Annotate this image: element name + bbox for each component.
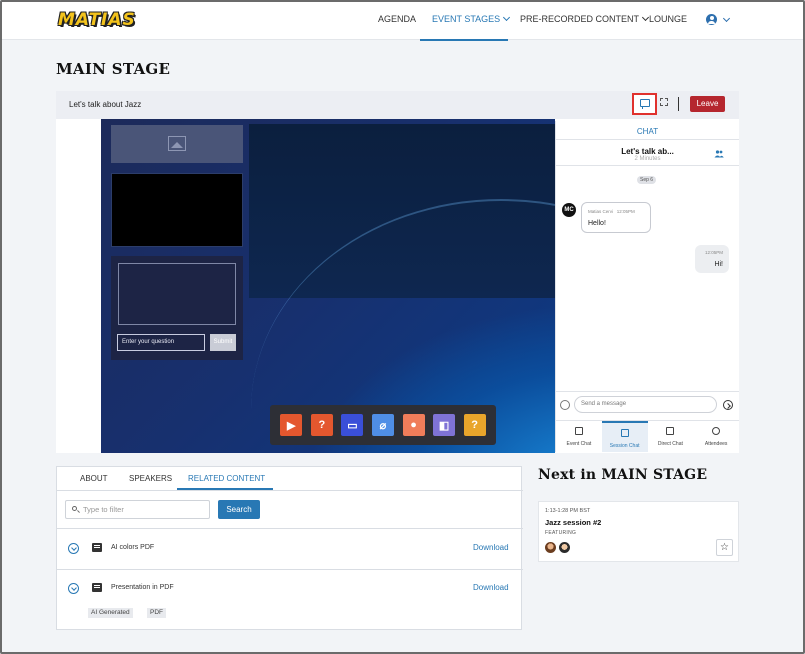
stage-view: Enter your question Submit ▶? ▭ ⌀ ● ◧? xyxy=(101,119,555,453)
nav-item-agenda[interactable]: AGENDA xyxy=(378,14,416,24)
nav-item-event-stages[interactable]: EVENT STAGES xyxy=(432,13,511,24)
calendar-icon xyxy=(574,427,583,435)
message-text: Hi! xyxy=(714,261,723,268)
chat-tab-event[interactable]: Event Chat xyxy=(556,421,602,452)
featuring-label: FEATURING xyxy=(545,530,577,536)
chat-session-subtitle: 2 Minutes xyxy=(634,156,661,162)
chat-message-outgoing: 12:05PM Hi! xyxy=(695,245,729,273)
main-video-area xyxy=(249,124,555,298)
question-input[interactable]: Enter your question xyxy=(117,334,205,351)
nav-item-lounge[interactable]: LOUNGE xyxy=(649,14,687,24)
tag: AI Generated xyxy=(88,608,133,618)
chat-message-incoming: Matias Cervi 12:05PM Hello! xyxy=(581,202,651,233)
tab-related-content[interactable]: RELATED CONTENT xyxy=(188,474,265,483)
divider xyxy=(556,391,739,392)
stage-toolbar: ▶? ▭ ⌀ ● ◧? xyxy=(270,405,496,445)
help-icon[interactable]: ? xyxy=(463,414,486,436)
chat-tab-attendees[interactable]: Attendees xyxy=(693,421,739,452)
footer-strip xyxy=(2,638,803,652)
presentation-icon[interactable]: ▭ xyxy=(341,414,364,436)
attendees-icon xyxy=(712,427,721,435)
expand-icon[interactable] xyxy=(68,583,79,594)
avatar xyxy=(545,542,556,553)
search-icon xyxy=(72,506,77,511)
next-session-card[interactable]: 1:13-1:28 PM BST Jazz session #2 FEATURI… xyxy=(538,501,739,562)
divider xyxy=(556,165,739,166)
send-icon[interactable] xyxy=(723,400,733,410)
chevron-down-icon xyxy=(503,13,511,22)
stage-container: Enter your question Submit ▶? ▭ ⌀ ● ◧? CHAT … xyxy=(56,119,739,453)
pdf-icon xyxy=(92,543,102,552)
file-name: AI colors PDF xyxy=(111,544,155,551)
video-tile xyxy=(111,173,243,247)
date-separator: Sep 6 xyxy=(637,176,657,184)
tab-speakers[interactable]: SPEAKERS xyxy=(129,474,172,483)
next-section-title: Next in MAIN STAGE xyxy=(538,467,708,483)
expand-icon[interactable] xyxy=(68,543,79,554)
info-tabs: ABOUT SPEAKERS RELATED CONTENT xyxy=(57,467,523,491)
chat-bubble-icon xyxy=(640,99,650,109)
nav-item-pre-recorded-content[interactable]: PRE-RECORDED CONTENT xyxy=(520,13,650,24)
message-text: Hello! xyxy=(588,220,606,227)
avatar: MC xyxy=(562,203,576,217)
active-nav-underline xyxy=(420,39,508,41)
chat-bubble-icon xyxy=(666,427,675,435)
message-time: 12:05PM xyxy=(704,250,723,255)
message-input[interactable]: Send a message xyxy=(574,396,717,413)
search-button[interactable]: Search xyxy=(218,500,260,519)
pdf-icon xyxy=(92,583,102,592)
session-name: Let's talk about Jazz xyxy=(69,100,142,109)
app-logo[interactable]: MATIAS xyxy=(58,10,136,30)
chat-toggle-button[interactable] xyxy=(632,93,657,115)
qa-question-list xyxy=(118,263,236,325)
list-item: Presentation in PDF Download xyxy=(57,570,523,610)
chat-session-title: Let's talk ab... xyxy=(621,147,674,156)
file-name: Presentation in PDF xyxy=(111,584,174,591)
user-circle-icon[interactable] xyxy=(706,14,717,25)
question-bubble-icon[interactable]: ? xyxy=(310,414,333,436)
top-navigation-bar: MATIAS AGENDA EVENT STAGES PRE-RECORDED … xyxy=(2,2,803,41)
chat-tab-direct[interactable]: Direct Chat xyxy=(648,421,694,452)
submit-question-button[interactable]: Submit xyxy=(210,334,236,351)
active-tab-underline xyxy=(177,488,273,490)
divider xyxy=(678,97,679,111)
video-play-icon[interactable]: ▶ xyxy=(280,414,303,436)
download-link[interactable]: Download xyxy=(473,543,509,552)
nav-item-label: EVENT STAGES xyxy=(432,14,501,24)
download-link[interactable]: Download xyxy=(473,583,509,592)
chat-tabs: Event Chat Session Chat Direct Chat Atte… xyxy=(556,420,739,452)
chevron-down-icon[interactable] xyxy=(722,14,731,23)
message-meta: Matias Cervi 12:05PM xyxy=(588,209,635,214)
avatar xyxy=(559,542,570,553)
list-item: AI colors PDF Download xyxy=(57,529,523,569)
divider xyxy=(556,139,739,140)
emoji-icon[interactable] xyxy=(560,400,570,410)
page-title: MAIN STAGE xyxy=(56,60,171,78)
screen-pointer-icon[interactable]: ◧ xyxy=(433,414,456,436)
qa-panel: Enter your question Submit xyxy=(111,256,243,360)
nav-item-label: PRE-RECORDED CONTENT xyxy=(520,14,640,24)
fullscreen-icon[interactable] xyxy=(660,98,668,106)
attendees-icon[interactable] xyxy=(714,150,724,158)
chat-tab-session[interactable]: Session Chat xyxy=(601,421,648,452)
chevron-down-icon xyxy=(641,13,650,22)
session-name: Jazz session #2 xyxy=(545,518,602,527)
paperclip-icon[interactable]: ⌀ xyxy=(371,414,394,436)
favorite-star-icon[interactable]: ☆ xyxy=(716,539,733,556)
chat-panel: CHAT Let's talk ab... 2 Minutes Sep 6 MC… xyxy=(555,121,739,452)
image-placeholder xyxy=(111,125,243,163)
filter-input[interactable]: Type to filter xyxy=(65,500,210,519)
tab-about[interactable]: ABOUT xyxy=(80,474,108,483)
image-icon xyxy=(168,136,186,151)
person-icon[interactable]: ● xyxy=(402,414,425,436)
leave-button[interactable]: Leave xyxy=(690,96,725,112)
chat-bubble-icon xyxy=(620,429,629,437)
session-time: 1:13-1:28 PM BST xyxy=(545,508,591,514)
session-bar: Let's talk about Jazz Leave xyxy=(56,91,739,119)
session-info-panel: ABOUT SPEAKERS RELATED CONTENT Type to f… xyxy=(56,466,523,630)
tag: PDF xyxy=(147,608,166,618)
chat-header: CHAT xyxy=(636,127,659,136)
